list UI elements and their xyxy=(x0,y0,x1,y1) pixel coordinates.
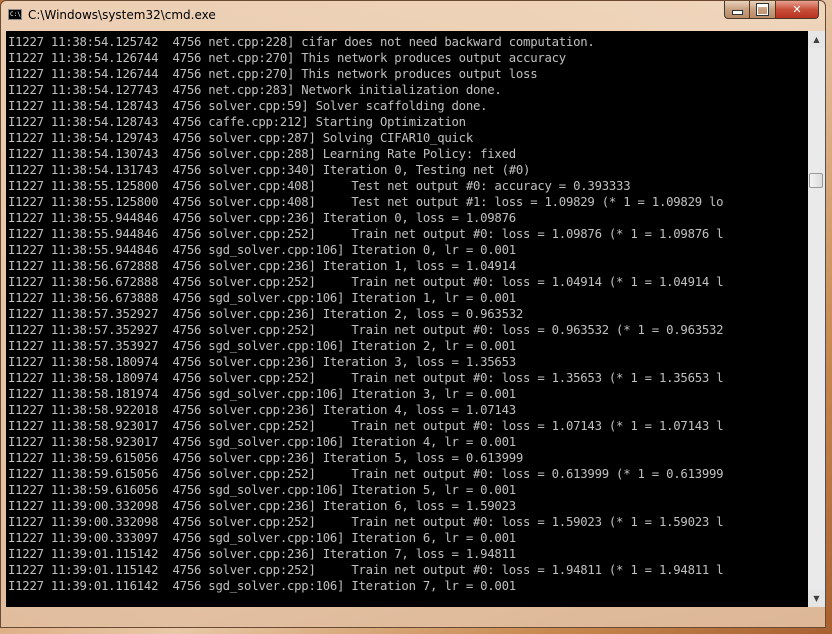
console-line: I1227 11:38:57.352927 4756 solver.cpp:23… xyxy=(8,307,524,321)
console-output[interactable]: I1227 11:38:54.125742 4756 net.cpp:228] … xyxy=(6,31,808,607)
console-line: I1227 11:38:54.126744 4756 net.cpp:270] … xyxy=(8,67,538,81)
minimize-icon xyxy=(731,10,743,15)
vertical-scrollbar[interactable]: ▲ ▼ xyxy=(808,31,825,607)
console-line: I1227 11:39:00.332098 4756 solver.cpp:23… xyxy=(8,499,516,513)
console-line: I1227 11:38:57.352927 4756 solver.cpp:25… xyxy=(8,323,724,337)
console-line: I1227 11:38:54.128743 4756 caffe.cpp:212… xyxy=(8,115,466,129)
console-line: I1227 11:38:55.125800 4756 solver.cpp:40… xyxy=(8,195,724,209)
minimize-button[interactable] xyxy=(724,1,750,19)
cmd-icon[interactable]: C:\ xyxy=(8,9,22,20)
console-line: I1227 11:38:54.125742 4756 net.cpp:228] … xyxy=(8,35,595,49)
console-line: I1227 11:38:59.616056 4756 sgd_solver.cp… xyxy=(8,483,516,497)
console-line: I1227 11:38:58.180974 4756 solver.cpp:25… xyxy=(8,371,724,385)
console-line: I1227 11:38:55.944846 4756 solver.cpp:25… xyxy=(8,227,724,241)
scroll-down-arrow-icon[interactable]: ▼ xyxy=(808,590,825,607)
console-line: I1227 11:39:00.332098 4756 solver.cpp:25… xyxy=(8,515,724,529)
console-line: I1227 11:38:56.672888 4756 solver.cpp:23… xyxy=(8,259,516,273)
console-line: I1227 11:38:58.923017 4756 solver.cpp:25… xyxy=(8,419,724,433)
title-bar[interactable]: C:\ C:\Windows\system32\cmd.exe ✕ xyxy=(1,1,825,29)
window-controls: ✕ xyxy=(724,1,819,20)
close-icon: ✕ xyxy=(792,3,802,16)
console-line: I1227 11:38:54.131743 4756 solver.cpp:34… xyxy=(8,163,531,177)
cmd-window: C:\ C:\Windows\system32\cmd.exe ✕ I1227 … xyxy=(0,0,826,628)
console-line: I1227 11:38:54.128743 4756 solver.cpp:59… xyxy=(8,99,488,113)
console-line: I1227 11:38:59.615056 4756 solver.cpp:23… xyxy=(8,451,524,465)
maximize-icon xyxy=(757,4,768,15)
console-line: I1227 11:38:56.673888 4756 sgd_solver.cp… xyxy=(8,291,516,305)
console-line: I1227 11:38:55.944846 4756 sgd_solver.cp… xyxy=(8,243,516,257)
scroll-up-arrow-icon[interactable]: ▲ xyxy=(808,31,825,48)
console-line: I1227 11:38:58.181974 4756 sgd_solver.cp… xyxy=(8,387,516,401)
console-line: I1227 11:39:01.116142 4756 sgd_solver.cp… xyxy=(8,579,516,593)
console-line: I1227 11:38:54.130743 4756 solver.cpp:28… xyxy=(8,147,516,161)
console-line: I1227 11:38:54.126744 4756 net.cpp:270] … xyxy=(8,51,566,65)
console-line: I1227 11:38:58.923017 4756 sgd_solver.cp… xyxy=(8,435,516,449)
console-line: I1227 11:38:56.672888 4756 solver.cpp:25… xyxy=(8,275,724,289)
console-line: I1227 11:39:00.333097 4756 sgd_solver.cp… xyxy=(8,531,516,545)
console-line: I1227 11:38:54.127743 4756 net.cpp:283] … xyxy=(8,83,502,97)
console-line: I1227 11:38:55.125800 4756 solver.cpp:40… xyxy=(8,179,631,193)
console-line: I1227 11:38:55.944846 4756 solver.cpp:23… xyxy=(8,211,516,225)
console-line: I1227 11:38:54.129743 4756 solver.cpp:28… xyxy=(8,131,473,145)
console-line: I1227 11:38:59.615056 4756 solver.cpp:25… xyxy=(8,467,724,481)
close-button[interactable]: ✕ xyxy=(776,1,819,19)
console-line: I1227 11:39:01.115142 4756 solver.cpp:23… xyxy=(8,547,516,561)
console-line: I1227 11:38:57.353927 4756 sgd_solver.cp… xyxy=(8,339,516,353)
window-title: C:\Windows\system32\cmd.exe xyxy=(28,8,216,22)
console-line: I1227 11:38:58.180974 4756 solver.cpp:23… xyxy=(8,355,516,369)
console-line: I1227 11:38:58.922018 4756 solver.cpp:23… xyxy=(8,403,516,417)
console-line: I1227 11:39:01.115142 4756 solver.cpp:25… xyxy=(8,563,724,577)
scrollbar-thumb[interactable] xyxy=(809,173,823,188)
maximize-button[interactable] xyxy=(750,1,776,19)
